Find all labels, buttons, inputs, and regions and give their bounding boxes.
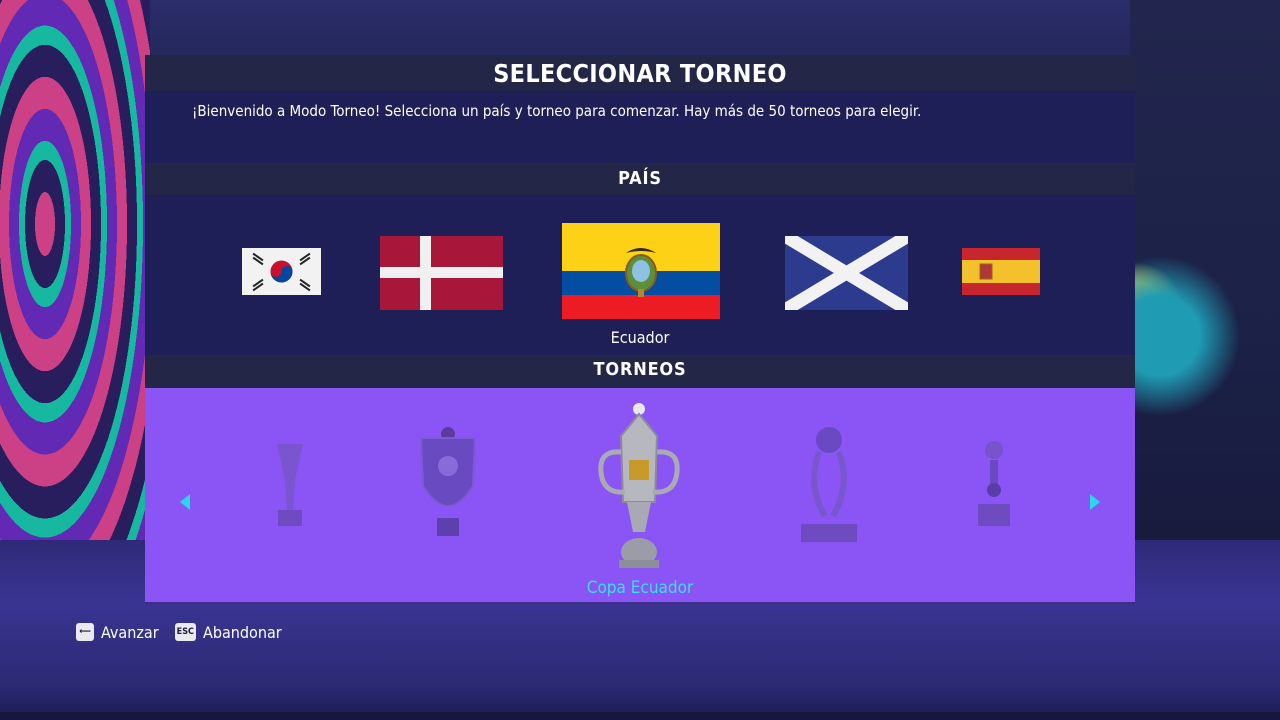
spain-flag[interactable] [962,248,1040,295]
next-arrow-icon[interactable] [1090,494,1100,510]
country-carousel: Ecuador [145,195,1135,355]
selected-tournament-label: Copa Ecuador [586,578,694,598]
page-title: SELECCIONAR TORNEO [145,55,1135,91]
welcome-message: ¡Bienvenido a Modo Torneo! Selecciona un… [145,91,1135,163]
enter-key-icon: ⟵ [76,623,94,641]
trophy-4[interactable] [799,426,859,544]
ecuador-flag[interactable] [562,223,720,319]
tournament-carousel: Copa Ecuador [145,388,1135,605]
esc-key-icon: ESC [174,623,196,641]
scotland-flag[interactable] [785,236,908,310]
trophy-5[interactable] [976,440,1012,528]
copa-ecuador-trophy[interactable] [595,402,683,572]
country-section-header: PAÍS [145,163,1135,195]
denmark-flag[interactable] [380,236,503,310]
trophy-1[interactable] [273,440,307,528]
selected-country-label: Ecuador [610,328,670,347]
advance-button[interactable]: Avanzar [101,623,159,642]
previous-arrow-icon[interactable] [180,494,190,510]
korea-flag[interactable] [242,248,321,295]
tournaments-section-header: TORNEOS [145,355,1135,388]
footer-controls: ⟵ Avanzar ESC Abandonar [76,622,298,642]
quit-button[interactable]: Abandonar [203,623,282,642]
trophy-2[interactable] [417,426,479,538]
welcome-text: ¡Bienvenido a Modo Torneo! Selecciona un… [192,102,922,120]
tournament-selection-panel: SELECCIONAR TORNEO ¡Bienvenido a Modo To… [145,55,1135,605]
